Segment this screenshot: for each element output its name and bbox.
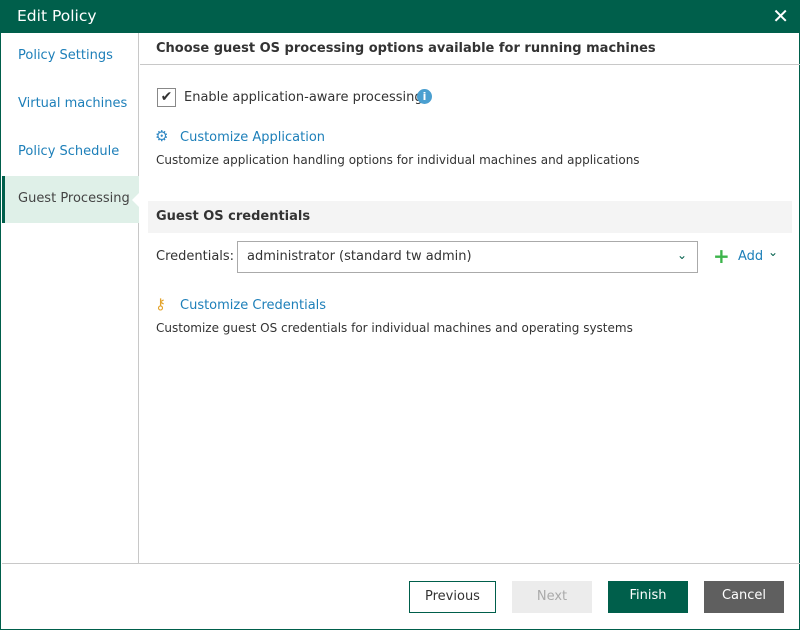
plus-icon: + bbox=[713, 244, 730, 268]
next-button[interactable]: Next bbox=[512, 581, 592, 613]
customize-credentials-desc: Customize guest OS credentials for indiv… bbox=[156, 321, 633, 335]
customize-credentials-link[interactable]: Customize Credentials bbox=[180, 298, 326, 313]
chevron-down-icon: ⌄ bbox=[676, 248, 687, 262]
enable-app-aware-label: Enable application-aware processing bbox=[184, 90, 423, 105]
close-icon[interactable]: ✕ bbox=[772, 4, 789, 28]
sidebar-item-policy-schedule[interactable]: Policy Schedule bbox=[2, 129, 139, 176]
finish-button[interactable]: Finish bbox=[608, 581, 688, 613]
page-title: Choose guest OS processing options avail… bbox=[140, 33, 800, 65]
credentials-value: administrator (standard tw admin) bbox=[247, 249, 472, 264]
credentials-dropdown[interactable]: administrator (standard tw admin) ⌄ bbox=[237, 241, 698, 273]
dialog-footer: Previous Next Finish Cancel bbox=[2, 563, 800, 629]
sidebar-item-virtual-machines[interactable]: Virtual machines bbox=[2, 81, 139, 128]
info-icon[interactable]: i bbox=[417, 89, 432, 104]
enable-app-aware-checkbox[interactable]: ✔ bbox=[157, 88, 176, 107]
dialog-title: Edit Policy bbox=[17, 7, 97, 25]
guest-os-credentials-heading: Guest OS credentials bbox=[148, 201, 792, 233]
customize-application-desc: Customize application handling options f… bbox=[156, 153, 640, 167]
main-panel: Choose guest OS processing options avail… bbox=[140, 33, 800, 563]
cancel-button[interactable]: Cancel bbox=[704, 581, 784, 613]
sidebar-item-policy-settings[interactable]: Policy Settings bbox=[2, 33, 139, 80]
chevron-down-icon[interactable]: ⌄ bbox=[768, 245, 778, 259]
edit-policy-dialog: Edit Policy ✕ Policy Settings Virtual ma… bbox=[0, 0, 800, 630]
wizard-steps: Policy Settings Virtual machines Policy … bbox=[2, 33, 140, 563]
credentials-label: Credentials: bbox=[156, 249, 235, 264]
sidebar-item-guest-processing[interactable]: Guest Processing bbox=[2, 176, 140, 223]
title-bar: Edit Policy ✕ bbox=[1, 0, 800, 33]
add-credentials-button[interactable]: Add bbox=[738, 249, 763, 264]
gear-icon: ⚙ bbox=[155, 127, 169, 145]
previous-button[interactable]: Previous bbox=[409, 581, 496, 613]
keys-icon: ⚷ bbox=[155, 295, 166, 313]
customize-application-link[interactable]: Customize Application bbox=[180, 130, 325, 145]
